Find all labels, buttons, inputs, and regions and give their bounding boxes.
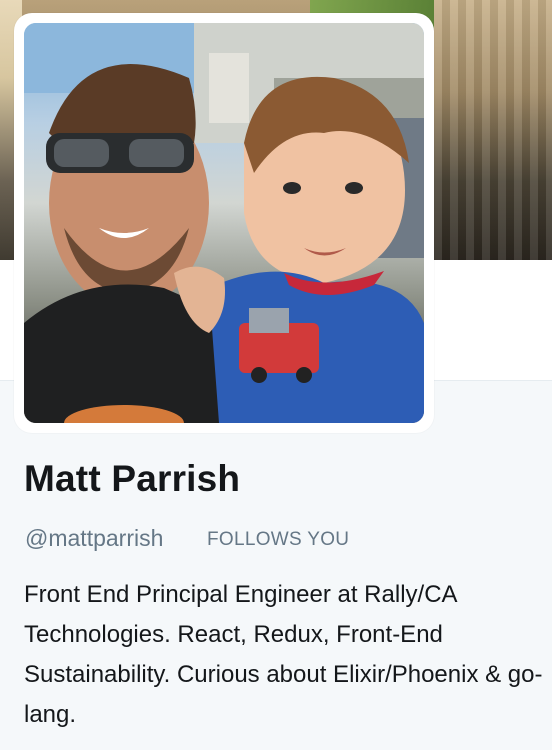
follows-you-badge: FOLLOWS YOU: [207, 529, 350, 550]
profile-screen-name[interactable]: @mattparrish: [25, 525, 163, 552]
avatar-photo-icon: [24, 23, 424, 423]
banner-right-building: [434, 0, 552, 260]
avatar[interactable]: [24, 23, 424, 423]
profile-name[interactable]: Matt Parrish: [24, 458, 240, 500]
profile-bio: Front End Principal Engineer at Rally/CA…: [24, 581, 543, 728]
avatar-frame[interactable]: [14, 13, 434, 433]
